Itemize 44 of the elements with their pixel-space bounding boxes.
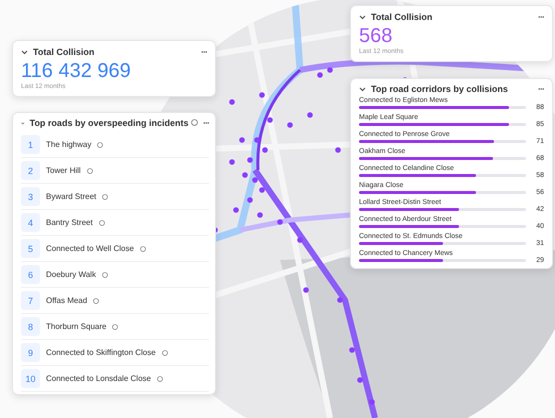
more-menu[interactable]: ··· [538,12,544,22]
card-title: Total Collision [33,47,96,57]
card-title: Total Collision [371,12,434,22]
info-icon [97,142,104,148]
road-name[interactable]: Offas Mead [46,296,88,305]
more-menu[interactable]: ··· [538,84,544,94]
road-name[interactable]: Connected to Well Close [46,244,134,253]
more-menu[interactable]: ··· [203,118,209,128]
info-icon [102,272,108,278]
info-icon [93,298,100,304]
info-icon [156,376,163,382]
info-icon [140,246,146,252]
info-icon [102,194,108,200]
chevron-icon[interactable] [359,14,366,20]
road-name[interactable]: Byward Street [46,192,96,201]
rank-number: 5 [21,239,40,258]
total-value: 568 [359,26,394,46]
rank-number: 10 [21,369,40,388]
total-value: 116 432 969 [21,61,132,81]
rank-number: 9 [21,343,40,362]
chevron-icon[interactable] [359,86,366,92]
road-name[interactable]: Tower Hill [46,166,81,175]
rank-number: 8 [21,317,40,336]
rank-number: 7 [21,291,40,310]
info-icon [98,220,105,226]
info-icon [86,168,93,174]
rank-number: 3 [21,187,40,206]
info-icon [162,350,168,356]
card-title: Top roads by overspeeding incidents [30,118,198,128]
rank-number: 4 [21,213,40,232]
more-menu[interactable]: ··· [201,47,207,57]
chevron-icon[interactable] [21,50,28,54]
road-name[interactable]: Doebury Walk [46,270,96,279]
road-name[interactable]: Bantry Street [46,218,93,227]
road-name[interactable]: The highway [46,140,92,149]
info-icon [191,119,198,126]
road-name[interactable]: Connected to Skiffington Close [46,348,156,357]
rank-number: 2 [21,161,40,180]
card-title: Top road corridors by collisions [371,84,509,94]
rank-number: 6 [21,265,40,284]
rank-number: 1 [21,135,40,154]
info-icon [112,324,118,330]
road-name[interactable]: Thorburn Square [46,322,106,331]
road-name[interactable]: Connected to Lonsdale Close [46,374,151,383]
